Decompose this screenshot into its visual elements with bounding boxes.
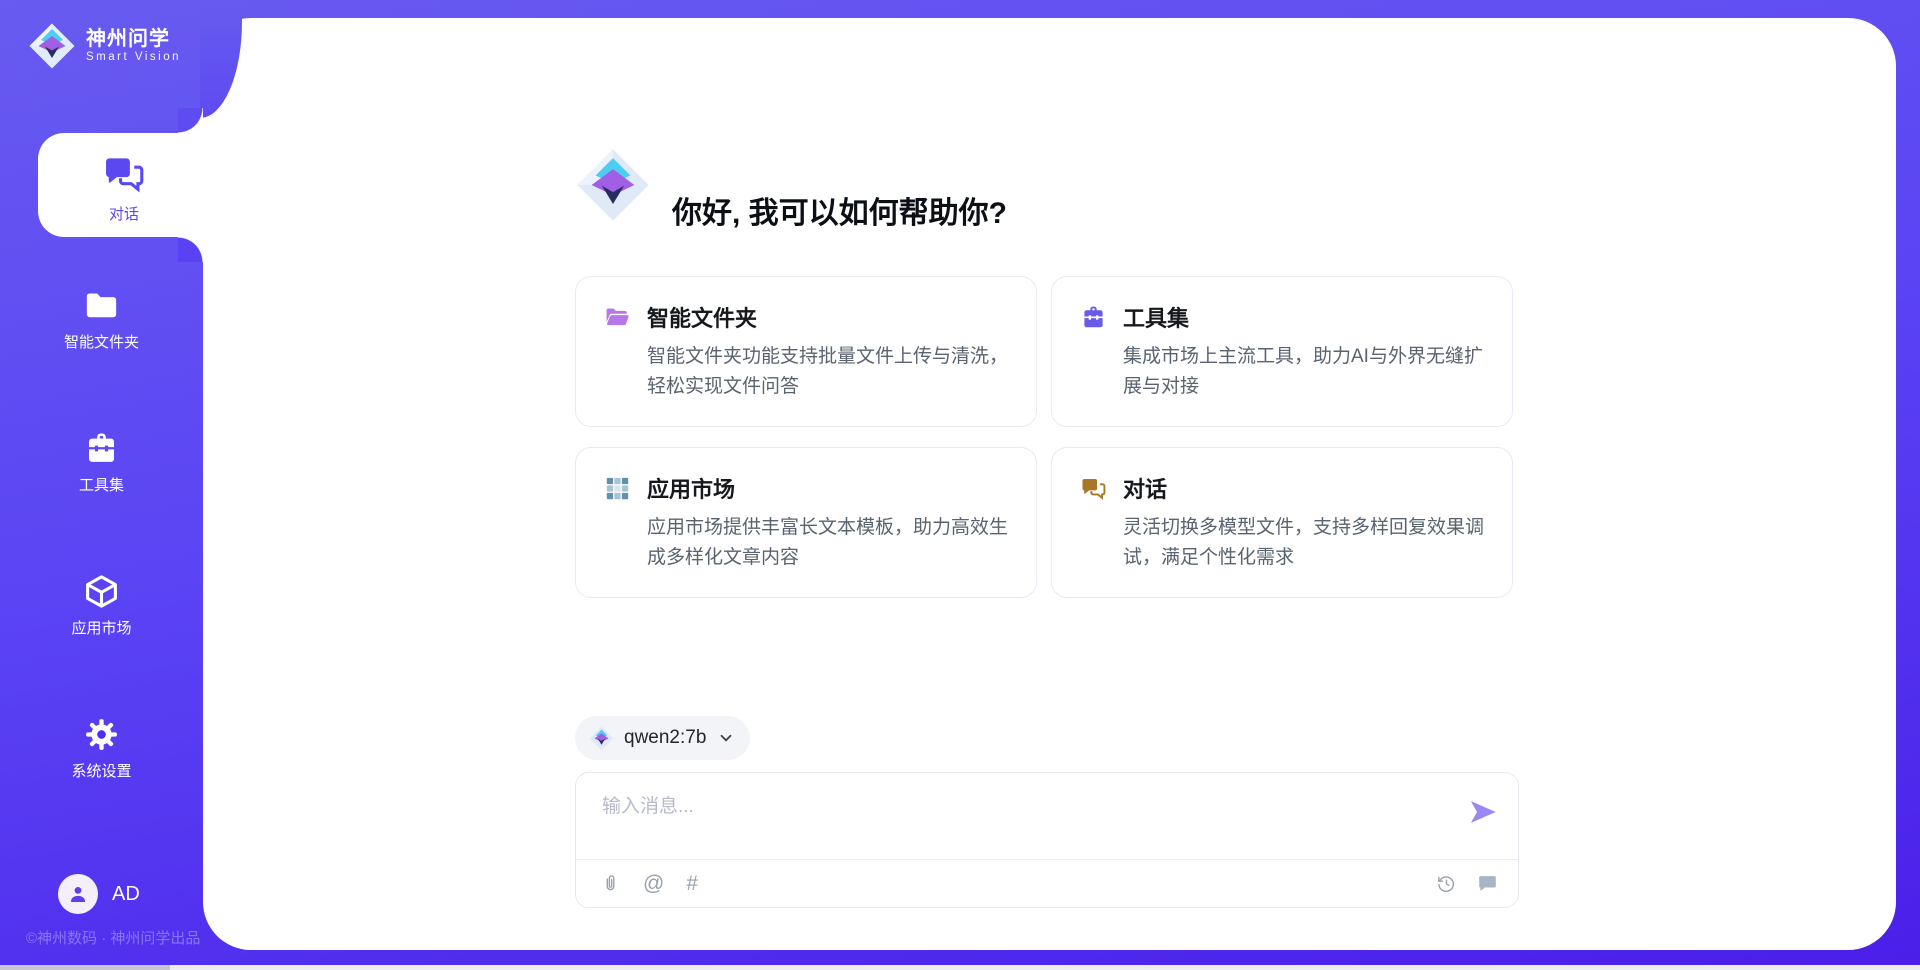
composer: @ # [575,772,1519,908]
chat-icon [1080,475,1107,502]
sidebar-item-tools[interactable]: 工具集 [0,430,203,495]
card-tools[interactable]: 工具集 集成市场上主流工具，助力AI与外界无缝扩展与对接 [1051,276,1513,427]
card-desc: 应用市场提供丰富长文本模板，助力高效生成多样化文章内容 [647,513,1008,573]
brand-diamond-icon [28,22,76,70]
horizontal-scrollbar[interactable] [0,965,1920,970]
scrollbar-thumb[interactable] [0,965,170,970]
card-title: 智能文件夹 [647,301,757,333]
user-profile[interactable]: AD [58,874,140,914]
mention-button[interactable]: @ [643,872,664,896]
hash-icon: # [686,872,698,896]
comment-icon [1477,873,1498,894]
history-icon [1436,873,1457,894]
folder-icon [83,287,120,324]
brand: 神州问学 Smart Vision [28,22,181,70]
chevron-down-icon [718,730,734,746]
topic-button[interactable]: # [686,872,698,896]
tab-curve-bottom [178,237,203,262]
tab-curve-top [178,108,203,133]
sidebar-item-label: 对话 [109,203,139,224]
grid-icon [604,475,631,502]
card-market[interactable]: 应用市场 应用市场提供丰富长文本模板，助力高效生成多样化文章内容 [575,447,1037,598]
card-desc: 智能文件夹功能支持批量文件上传与清洗，轻松实现文件问答 [647,342,1008,402]
card-title: 对话 [1123,472,1167,504]
sidebar-item-label: 工具集 [79,474,124,495]
card-chat[interactable]: 对话 灵活切换多模型文件，支持多样回复效果调试，满足个性化需求 [1051,447,1513,598]
brand-subtitle: Smart Vision [86,51,181,64]
card-title: 工具集 [1123,301,1189,333]
attach-button[interactable] [600,873,621,894]
sidebar-item-label: 应用市场 [71,617,131,638]
cube-icon [83,573,120,610]
at-icon: @ [643,872,664,896]
model-name: qwen2:7b [624,727,706,749]
history-button[interactable] [1436,873,1457,894]
gear-icon [83,716,120,753]
user-name: AD [112,883,140,906]
card-title: 应用市场 [647,472,735,504]
sidebar-item-chat[interactable]: 对话 [38,152,210,224]
send-button[interactable] [1468,797,1498,827]
card-folders[interactable]: 智能文件夹 智能文件夹功能支持批量文件上传与清洗，轻松实现文件问答 [575,276,1037,427]
composer-toolbar: @ # [600,860,1498,907]
hero-logo-icon [575,147,651,223]
toolbox-icon [1080,304,1107,331]
sidebar-item-label: 智能文件夹 [64,331,139,352]
feedback-button[interactable] [1477,873,1498,894]
sidebar-item-folders[interactable]: 智能文件夹 [0,287,203,352]
card-desc: 集成市场上主流工具，助力AI与外界无缝扩展与对接 [1123,342,1484,402]
user-icon [66,882,90,906]
model-logo-icon [589,726,614,751]
sidebar-item-market[interactable]: 应用市场 [0,573,203,638]
card-desc: 灵活切换多模型文件，支持多样回复效果调试，满足个性化需求 [1123,513,1484,573]
chat-icon [102,152,146,196]
app-frame: 神州问学 Smart Vision 对话 智能文件夹 工具集 应用市场 [0,0,1920,970]
model-selector[interactable]: qwen2:7b [575,716,750,760]
toolbox-icon [83,430,120,467]
sidebar-item-label: 系统设置 [71,760,131,781]
feature-cards: 智能文件夹 智能文件夹功能支持批量文件上传与清洗，轻松实现文件问答 工具集 集成… [575,276,1517,598]
brand-name: 神州问学 [86,28,181,51]
sidebar-item-settings[interactable]: 系统设置 [0,716,203,781]
paperclip-icon [600,873,621,894]
sidebar-footer: ©神州数码 · 神州问学出品 [26,927,200,948]
send-icon [1468,797,1498,827]
avatar [58,874,98,914]
folder-open-icon [604,304,631,331]
greeting-heading: 你好, 我可以如何帮助你? [672,188,1007,232]
message-input[interactable] [602,791,1452,853]
